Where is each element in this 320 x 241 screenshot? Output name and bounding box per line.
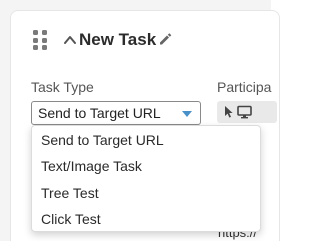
drag-handle-icon[interactable]: [33, 30, 47, 50]
cursor-icon: [225, 106, 233, 118]
monitor-icon: [237, 105, 252, 119]
task-type-selected-value: Send to Target URL: [38, 105, 161, 121]
caret-down-icon: [182, 111, 192, 117]
participants-device-filter[interactable]: [217, 101, 277, 123]
participants-label: Participa: [217, 79, 272, 95]
task-type-dropdown-menu: Send to Target URL Text/Image Task Tree …: [31, 125, 261, 232]
option-tree-test[interactable]: Tree Test: [41, 185, 99, 201]
option-send-to-target-url[interactable]: Send to Target URL: [41, 132, 164, 148]
pencil-icon[interactable]: [157, 31, 173, 47]
chevron-up-icon[interactable]: [63, 33, 77, 47]
task-title: New Task: [79, 30, 157, 49]
option-text-image-task[interactable]: Text/Image Task: [41, 158, 142, 174]
task-type-label: Task Type: [31, 79, 94, 95]
task-type-select[interactable]: Send to Target URL: [31, 101, 201, 125]
option-click-test[interactable]: Click Test: [41, 211, 101, 227]
